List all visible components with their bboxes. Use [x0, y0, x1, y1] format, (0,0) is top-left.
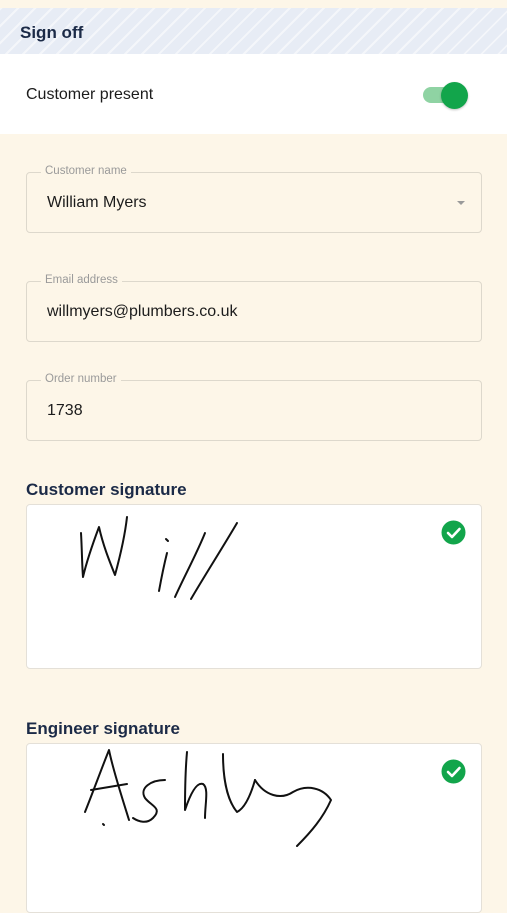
- customer-name-value: William Myers: [47, 194, 147, 211]
- toggle-knob[interactable]: [441, 82, 468, 109]
- customer-name-select[interactable]: Customer name William Myers: [26, 165, 482, 233]
- email-value: willmyers@plumbers.co.uk: [47, 303, 238, 320]
- email-label: Email address: [41, 274, 122, 286]
- customer-name-label: Customer name: [41, 165, 131, 177]
- customer-present-row: Customer present: [0, 54, 507, 134]
- dropdown-caret-icon[interactable]: [457, 201, 465, 205]
- customer-signature-pad[interactable]: [26, 504, 482, 669]
- customer-signature-drawing: [80, 516, 238, 600]
- customer-signature-label: Customer signature: [26, 480, 187, 499]
- section-title: Sign off: [20, 23, 84, 42]
- customer-present-label: Customer present: [26, 86, 154, 103]
- engineer-signature-drawing: [84, 749, 332, 847]
- order-number-label: Order number: [41, 373, 121, 385]
- order-number-field[interactable]: Order number 1738: [26, 373, 482, 441]
- check-circle-icon: [441, 759, 466, 784]
- engineer-signature-label: Engineer signature: [26, 719, 180, 738]
- email-field[interactable]: Email address willmyers@plumbers.co.uk: [26, 274, 482, 342]
- check-circle-icon: [441, 520, 466, 545]
- order-number-value: 1738: [47, 402, 83, 419]
- section-header: Sign off: [0, 8, 507, 54]
- engineer-signature-pad[interactable]: [26, 743, 482, 913]
